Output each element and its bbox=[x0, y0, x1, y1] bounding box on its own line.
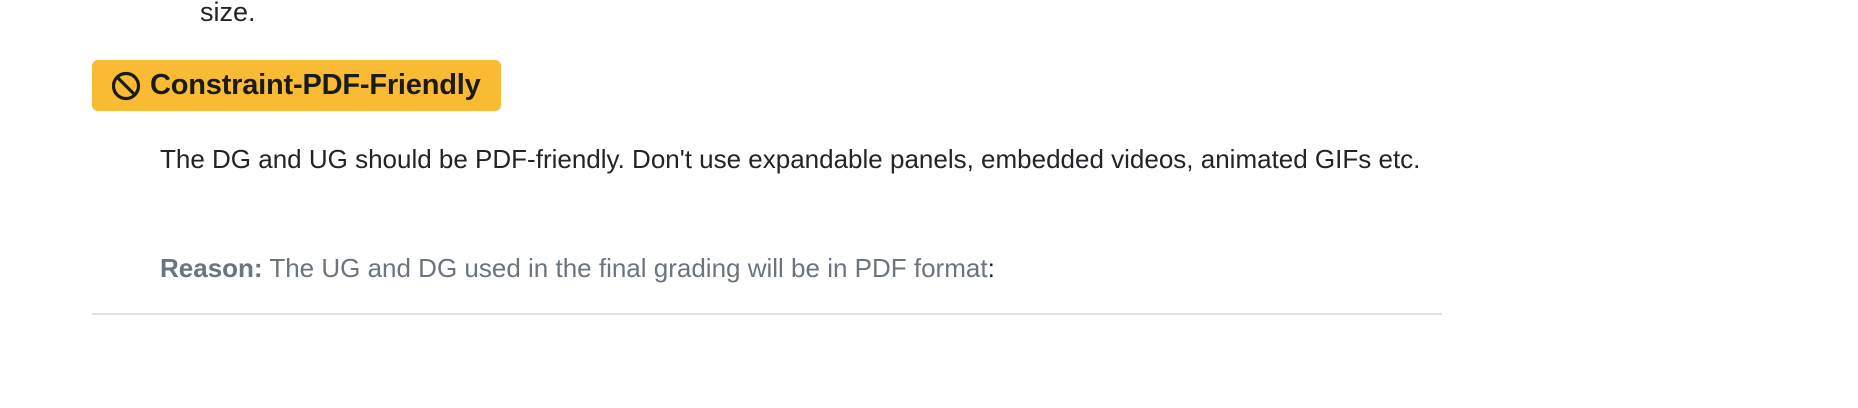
previous-item-text: size. bbox=[200, 0, 256, 27]
reason-text: The UG and DG used in the final grading … bbox=[262, 253, 988, 283]
constraint-reason: Reason: The UG and DG used in the final … bbox=[160, 248, 995, 288]
constraint-description: The DG and UG should be PDF-friendly. Do… bbox=[160, 144, 1421, 174]
reason-suffix: : bbox=[987, 253, 995, 283]
section-divider bbox=[92, 313, 1442, 315]
constraint-title: Constraint-PDF-Friendly bbox=[150, 69, 481, 101]
prohibited-icon bbox=[110, 70, 142, 102]
reason-label: Reason: bbox=[160, 253, 263, 283]
constraint-badge: Constraint-PDF-Friendly bbox=[92, 60, 501, 111]
